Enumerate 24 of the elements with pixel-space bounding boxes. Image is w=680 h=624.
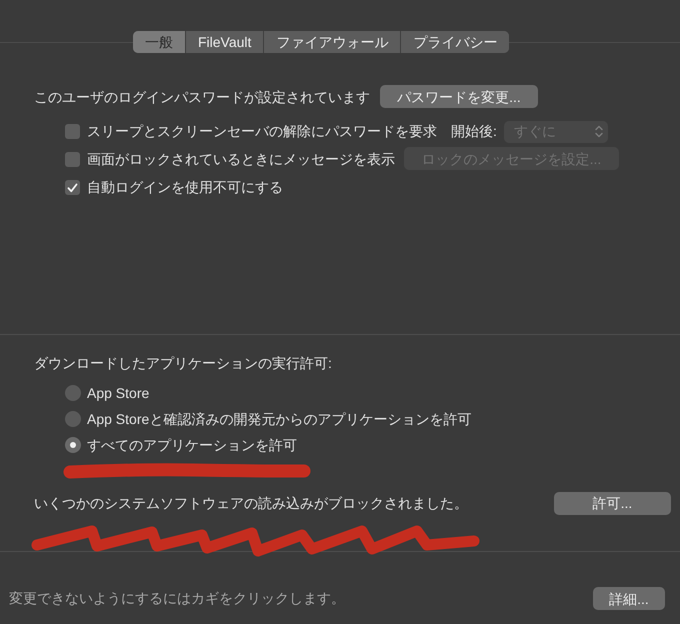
tab[interactable]: プライバシー <box>400 31 510 53</box>
checkbox-label: スリープとスクリーンセーバの解除にパスワードを要求 <box>87 122 437 141</box>
radio-button[interactable] <box>65 411 81 427</box>
checkmark-icon <box>67 182 78 192</box>
checkbox-label: 画面がロックされているときにメッセージを表示 <box>87 150 395 169</box>
allow-button[interactable]: 許可... <box>554 492 671 514</box>
radio-label: すべてのアプリケーションを許可 <box>87 436 297 454</box>
section-heading: ダウンロードしたアプリケーションの実行許可: <box>34 354 332 372</box>
password-status-text: このユーザのログインパスワードが設定されています <box>34 88 370 107</box>
radio-label: App Store <box>87 384 150 403</box>
checkbox-label: 自動ログインを使用不可にする <box>87 178 283 197</box>
checkbox[interactable] <box>65 152 80 167</box>
radio-button[interactable] <box>65 437 81 453</box>
details-button[interactable]: 詳細... <box>593 587 665 610</box>
select-label: 開始後: <box>451 122 497 141</box>
radio-button[interactable] <box>65 385 81 401</box>
change-password-button[interactable]: パスワードを変更... <box>380 85 538 108</box>
checkbox[interactable] <box>65 180 80 195</box>
checkbox[interactable] <box>65 124 80 139</box>
lock-hint-text: 変更できないようにするにはカギをクリックします。 <box>9 589 345 608</box>
chevron-up-down-icon <box>594 125 603 138</box>
tab[interactable]: 一般 <box>133 31 185 53</box>
blocked-software-text: いくつかのシステムソフトウェアの読み込みがブロックされました。 <box>34 494 468 512</box>
radio-label: App Storeと確認済みの開発元からのアプリケーションを許可 <box>87 410 472 429</box>
